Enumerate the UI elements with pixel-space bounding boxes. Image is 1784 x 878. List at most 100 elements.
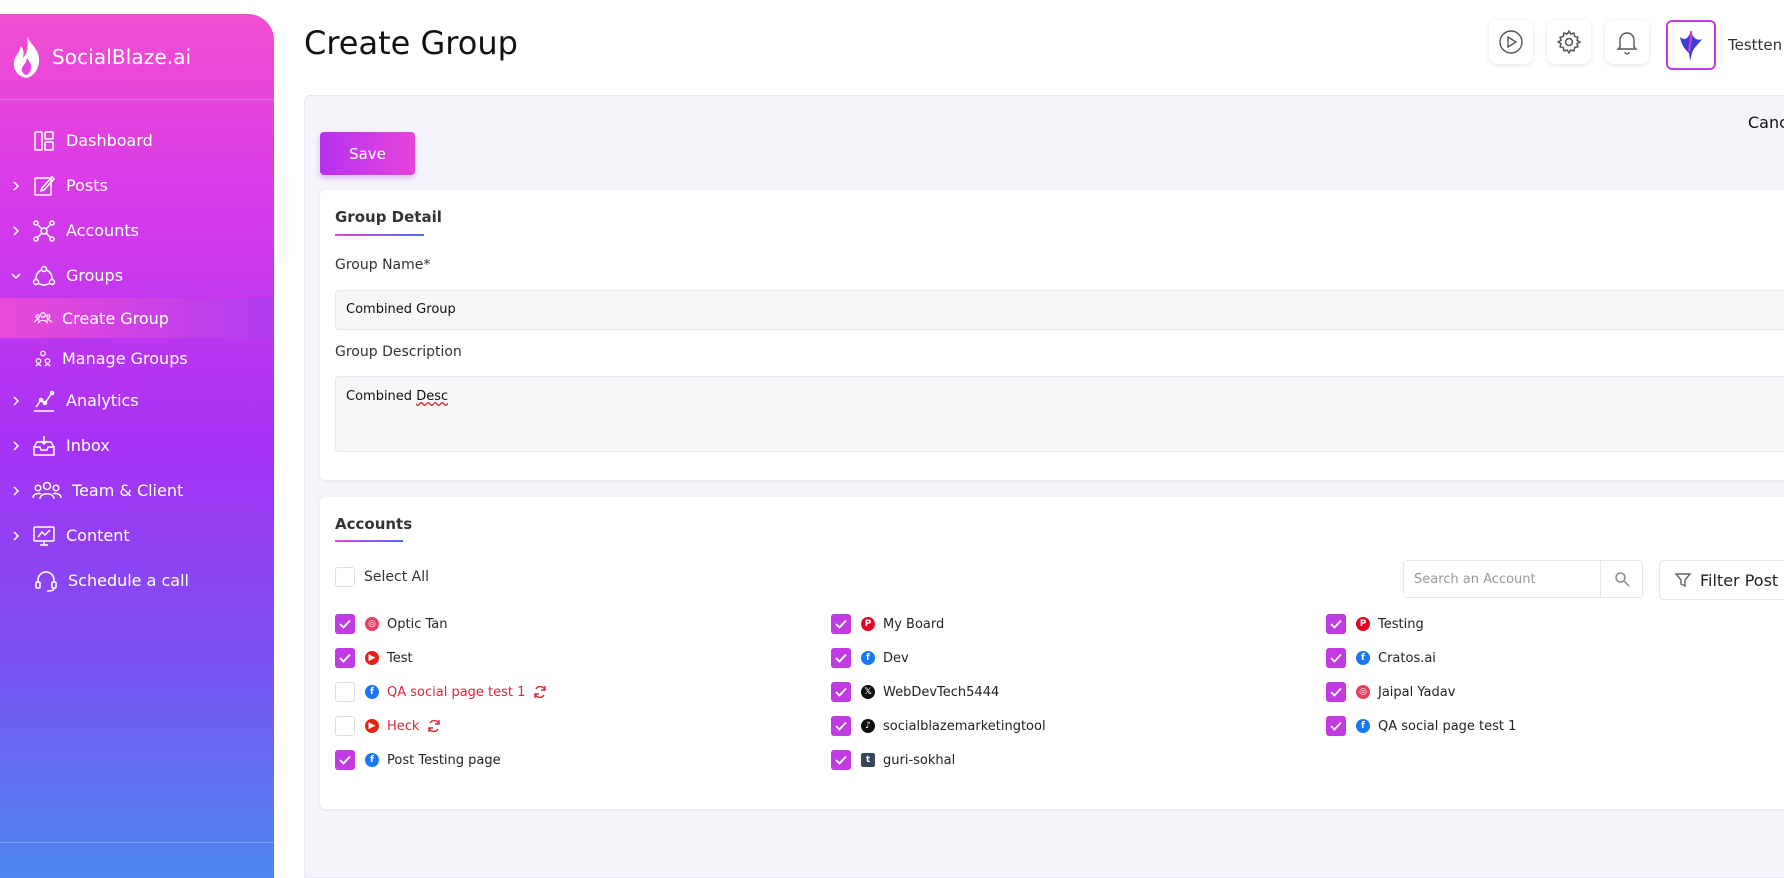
search-input[interactable]	[1404, 561, 1600, 597]
facebook-icon: f	[861, 651, 875, 665]
account-checkbox[interactable]	[335, 750, 355, 770]
checkmark-icon	[835, 687, 847, 697]
sidebar-item-label: Team & Client	[72, 481, 184, 500]
sidebar-item-team-client[interactable]: Team & Client	[0, 468, 274, 513]
account-name: Dev	[883, 650, 909, 666]
account-checkbox[interactable]	[831, 750, 851, 770]
account-name: guri-sokhal	[883, 752, 956, 768]
checkmark-icon	[1330, 721, 1342, 731]
instagram-icon: ◎	[1356, 685, 1370, 699]
account-checkbox[interactable]	[335, 648, 355, 668]
account-checkbox[interactable]	[831, 614, 851, 634]
account-checkbox[interactable]	[831, 648, 851, 668]
sidebar-item-dashboard[interactable]: Dashboard	[0, 118, 274, 163]
pinterest-icon: P	[1356, 617, 1370, 631]
chevron-right-icon	[10, 225, 22, 237]
account-item[interactable]: ▶ Heck	[365, 714, 441, 738]
sidebar-item-accounts[interactable]: Accounts	[0, 208, 274, 253]
sidebar-item-posts[interactable]: Posts	[0, 163, 274, 208]
account-checkbox[interactable]	[1326, 648, 1346, 668]
sidebar-item-label: Analytics	[66, 391, 139, 410]
sidebar-item-label: Schedule a call	[68, 571, 189, 590]
select-all-checkbox[interactable]	[335, 567, 355, 587]
account-checkbox[interactable]	[335, 682, 355, 702]
description-text: Combined	[346, 389, 417, 404]
sidebar-item-schedule-call[interactable]: Schedule a call	[0, 558, 274, 603]
groups-icon	[32, 265, 56, 286]
sidebar-item-analytics[interactable]: Analytics	[0, 378, 274, 423]
notifications-button[interactable]	[1605, 20, 1649, 64]
sidebar-item-label: Accounts	[66, 221, 139, 240]
account-checkbox[interactable]	[831, 716, 851, 736]
chevron-right-icon	[10, 485, 22, 497]
accounts-card: Accounts Select All Filter Post ◎ Optic T…	[320, 497, 1784, 809]
settings-button[interactable]	[1547, 20, 1591, 64]
sidebar-item-content[interactable]: Content	[0, 513, 274, 558]
sidebar-item-inbox[interactable]: Inbox	[0, 423, 274, 468]
account-item[interactable]: f Dev	[861, 646, 909, 670]
sidebar-item-label: Inbox	[66, 436, 110, 455]
pinterest-icon: P	[861, 617, 875, 631]
sidebar-subitem-label: Manage Groups	[62, 348, 188, 368]
sidebar-subitem-create-group[interactable]: Create Group	[0, 298, 274, 338]
sidebar: SocialBlaze.ai Dashboard Posts Accounts …	[0, 14, 274, 878]
group-name-label: Group Name*	[335, 257, 431, 273]
group-detail-card: Group Detail Group Name* Combined Group …	[320, 190, 1784, 480]
headset-icon	[35, 570, 57, 592]
account-checkbox[interactable]	[1326, 716, 1346, 736]
checkmark-icon	[339, 755, 351, 765]
filter-icon	[1674, 573, 1692, 588]
checkmark-icon	[835, 653, 847, 663]
account-checkbox[interactable]	[831, 682, 851, 702]
brand[interactable]: SocialBlaze.ai	[0, 14, 274, 100]
dashboard-icon	[34, 130, 54, 151]
account-checkbox[interactable]	[335, 614, 355, 634]
group-detail-title: Group Detail	[335, 208, 442, 226]
search-button[interactable]	[1600, 561, 1642, 597]
account-item[interactable]: f QA social page test 1	[1356, 714, 1516, 738]
chevron-down-icon	[10, 270, 22, 282]
filter-post-button[interactable]: Filter Post	[1659, 560, 1784, 600]
account-name: Testing	[1378, 616, 1424, 632]
account-checkbox[interactable]	[1326, 614, 1346, 634]
sidebar-item-groups[interactable]: Groups	[0, 253, 274, 298]
select-all-label[interactable]: Select All	[364, 569, 429, 585]
play-icon	[1499, 30, 1523, 54]
bell-icon	[1616, 32, 1638, 55]
description-text-misspelled: Desc	[416, 389, 449, 404]
account-item[interactable]: ▶ Test	[365, 646, 413, 670]
account-item[interactable]: P My Board	[861, 612, 944, 636]
account-item[interactable]: P Testing	[1356, 612, 1424, 636]
account-checkbox[interactable]	[1326, 682, 1346, 702]
refresh-icon[interactable]	[533, 685, 547, 699]
sidebar-subitem-manage-groups[interactable]: Manage Groups	[0, 338, 274, 378]
save-button[interactable]: Save	[320, 132, 415, 175]
analytics-icon	[34, 390, 55, 412]
account-name: Optic Tan	[387, 616, 448, 632]
account-item[interactable]: ♪ socialblazemarketingtool	[861, 714, 1046, 738]
account-item[interactable]: t guri-sokhal	[861, 748, 955, 772]
account-item[interactable]: ◎ Jaipal Yadav	[1356, 680, 1455, 704]
filter-post-label: Filter Post	[1700, 570, 1779, 590]
play-button[interactable]	[1489, 20, 1533, 64]
account-checkbox[interactable]	[335, 716, 355, 736]
bird-logo-icon	[1680, 30, 1702, 61]
account-item[interactable]: f Cratos.ai	[1356, 646, 1436, 670]
tumblr-icon: t	[861, 753, 875, 767]
account-item[interactable]: f Post Testing page	[365, 748, 501, 772]
group-name-input[interactable]: Combined Group	[335, 290, 1784, 330]
chevron-right-icon	[10, 440, 22, 452]
username[interactable]: Testten	[1728, 36, 1782, 54]
refresh-icon[interactable]	[427, 719, 441, 733]
chevron-right-icon	[10, 395, 22, 407]
avatar[interactable]	[1666, 20, 1716, 70]
account-item[interactable]: f QA social page test 1	[365, 680, 547, 704]
cancel-button[interactable]: Cancel	[1748, 113, 1784, 132]
page-title: Create Group	[304, 24, 518, 62]
search-icon	[1614, 572, 1630, 587]
account-item[interactable]: 𝕏 WebDevTech5444	[861, 680, 999, 704]
group-description-textarea[interactable]: Combined Desc	[335, 376, 1784, 452]
sidebar-item-label: Dashboard	[66, 131, 153, 150]
account-name: Test	[387, 650, 413, 666]
account-item[interactable]: ◎ Optic Tan	[365, 612, 447, 636]
